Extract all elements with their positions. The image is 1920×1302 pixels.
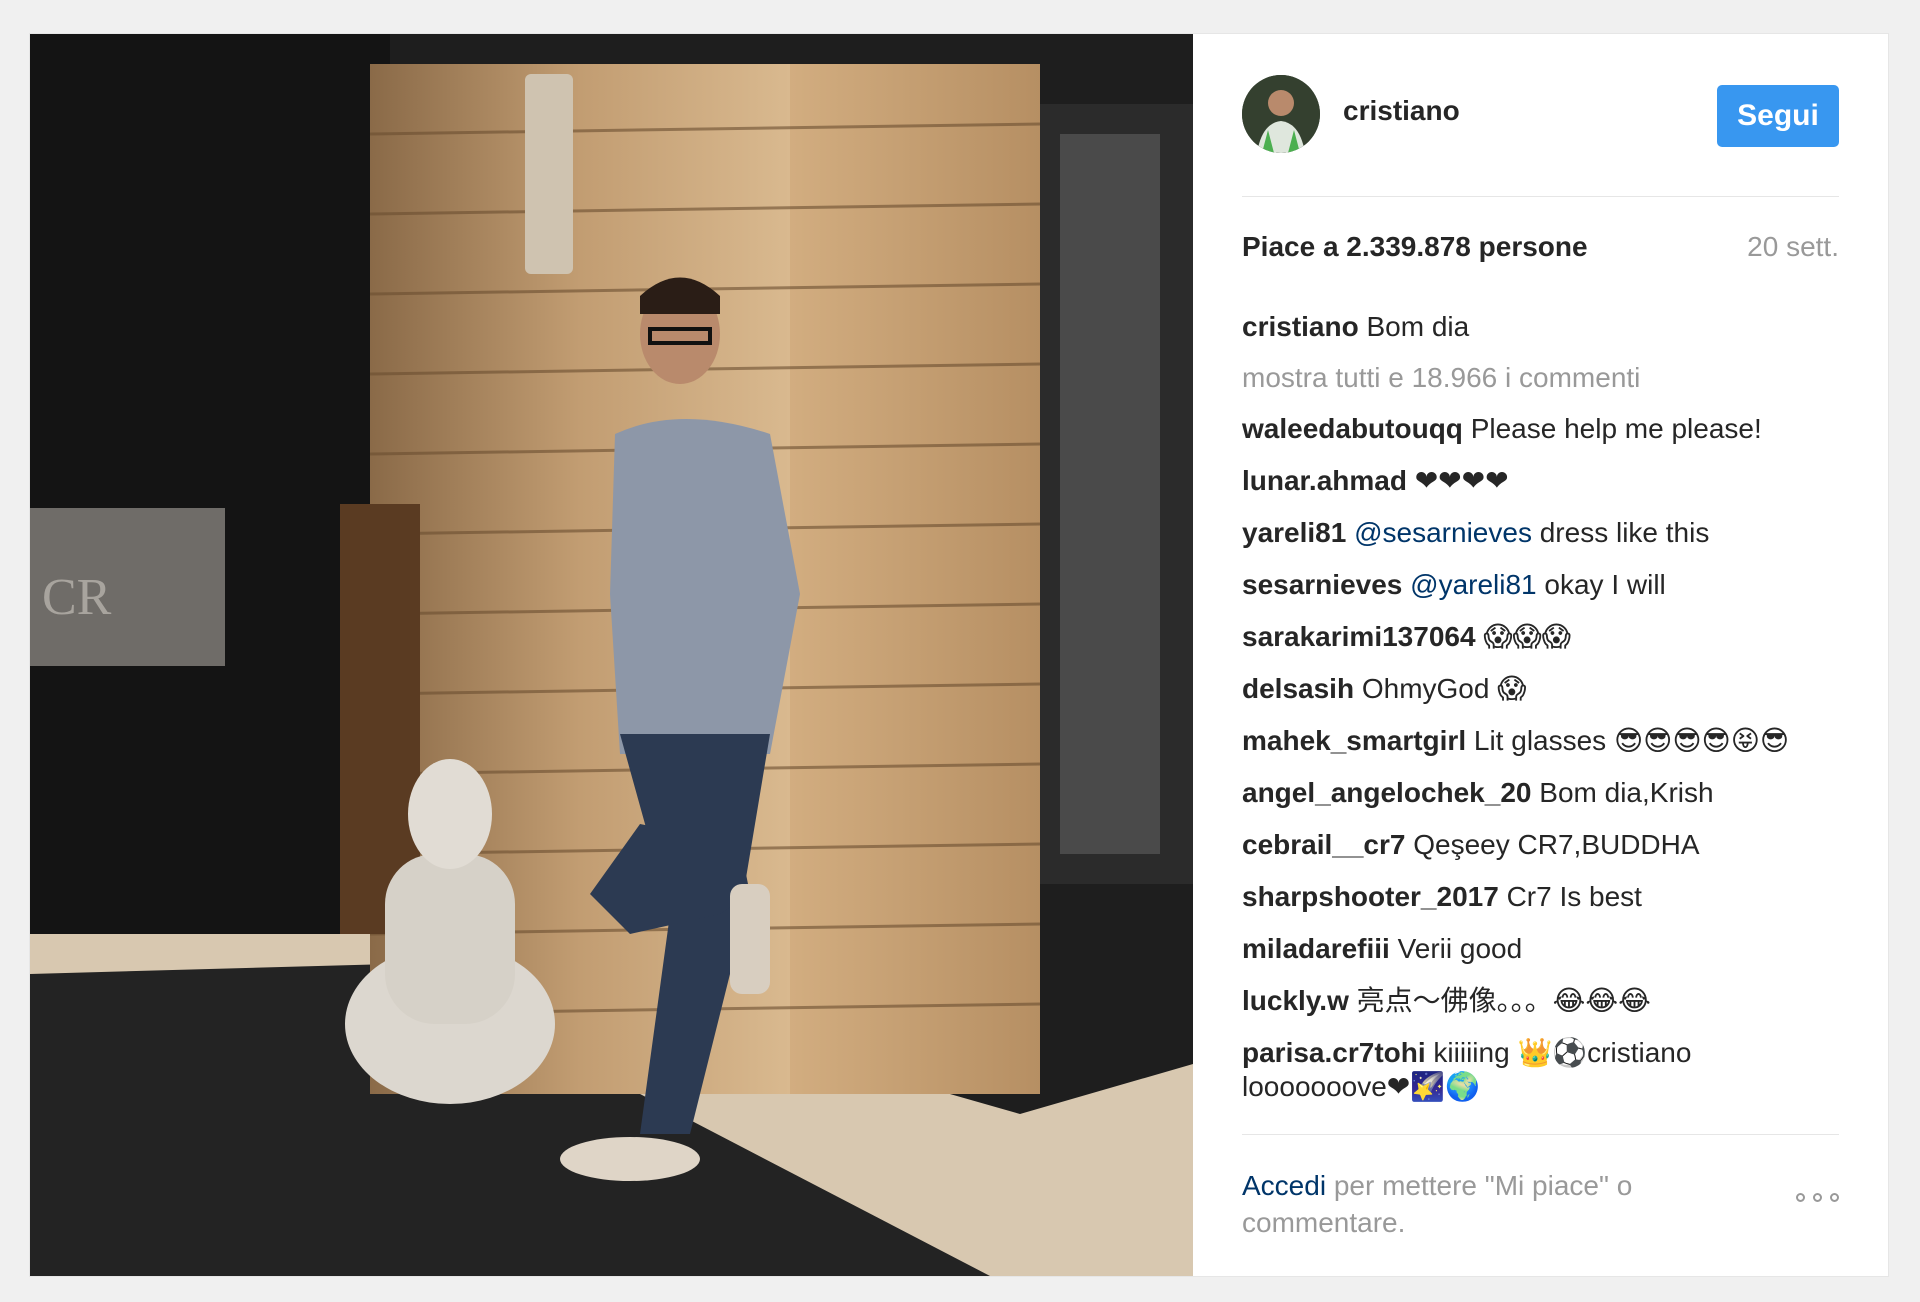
dot-icon bbox=[1813, 1193, 1822, 1202]
caption: cristiano Bom dia bbox=[1242, 310, 1839, 344]
comment-item: sarakarimi137064 😱😱😱 bbox=[1242, 620, 1839, 654]
comment-text: Please help me please! bbox=[1470, 413, 1762, 444]
comment-text: Verii good bbox=[1397, 933, 1523, 964]
login-prompt: Accedi per mettere "Mi piace" o commenta… bbox=[1242, 1167, 1722, 1241]
caption-username[interactable]: cristiano bbox=[1242, 311, 1359, 342]
comment-text: Lit glasses 😎😎😎😎😝😎 bbox=[1473, 725, 1790, 756]
comment-item: angel_angelochek_20 Bom dia,Krish bbox=[1242, 776, 1839, 810]
comment-text: OhmyGod 😱 bbox=[1361, 673, 1527, 704]
comment-username[interactable]: delsasih bbox=[1242, 673, 1354, 704]
post-header: cristiano Segui bbox=[1242, 75, 1839, 197]
dot-icon bbox=[1796, 1193, 1805, 1202]
comment-username[interactable]: sharpshooter_2017 bbox=[1242, 881, 1499, 912]
comment-text: ❤❤❤❤ bbox=[1414, 465, 1509, 496]
comment-item: luckly.w 亮点～佛像。。。😂😂😂 bbox=[1242, 984, 1839, 1018]
comment-mention[interactable]: @sesarnieves bbox=[1354, 517, 1532, 548]
comment-username[interactable]: angel_angelochek_20 bbox=[1242, 777, 1531, 808]
follow-button[interactable]: Segui bbox=[1717, 85, 1839, 147]
comments-list: cristiano Bom dia mostra tutti e 18.966 … bbox=[1242, 310, 1839, 1122]
post-footer: Accedi per mettere "Mi piace" o commenta… bbox=[1242, 1134, 1839, 1241]
comment-item: sesarnieves @yareli81 okay I will bbox=[1242, 568, 1839, 602]
comment-username[interactable]: cebrail__cr7 bbox=[1242, 829, 1405, 860]
comment-item: cebrail__cr7 Qeşeey CR7,BUDDHA bbox=[1242, 828, 1839, 862]
comment-username[interactable]: waleedabutouqq bbox=[1242, 413, 1463, 444]
likes-count[interactable]: Piace a 2.339.878 persone bbox=[1242, 231, 1588, 263]
comment-item: yareli81 @sesarnieves dress like this bbox=[1242, 516, 1839, 550]
comment-text: dress like this bbox=[1539, 517, 1710, 548]
comment-username[interactable]: sesarnieves bbox=[1242, 569, 1402, 600]
post-stats: Piace a 2.339.878 persone 20 sett. bbox=[1242, 231, 1839, 271]
comment-username[interactable]: mahek_smartgirl bbox=[1242, 725, 1466, 756]
comment-item: lunar.ahmad ❤❤❤❤ bbox=[1242, 464, 1839, 498]
comment-username[interactable]: lunar.ahmad bbox=[1242, 465, 1407, 496]
sign-text: CR bbox=[42, 569, 112, 626]
comment-text: Qeşeey CR7,BUDDHA bbox=[1413, 829, 1700, 860]
dot-icon bbox=[1830, 1193, 1839, 1202]
comment-username[interactable]: sarakarimi137064 bbox=[1242, 621, 1476, 652]
username[interactable]: cristiano bbox=[1343, 95, 1460, 127]
comment-text: okay I will bbox=[1544, 569, 1666, 600]
show-all-comments-link[interactable]: mostra tutti e 18.966 i commenti bbox=[1242, 362, 1839, 394]
avatar[interactable] bbox=[1242, 75, 1320, 153]
comment-mention[interactable]: @yareli81 bbox=[1410, 569, 1536, 600]
more-options-icon[interactable] bbox=[1796, 1193, 1839, 1202]
comment-text: Cr7 Is best bbox=[1506, 881, 1642, 912]
comment-item: sharpshooter_2017 Cr7 Is best bbox=[1242, 880, 1839, 914]
comment-username[interactable]: parisa.cr7tohi bbox=[1242, 1037, 1426, 1068]
comment-text: 亮点～佛像。。。😂😂😂 bbox=[1356, 985, 1651, 1016]
comment-item: parisa.cr7tohi kiiiiing 👑⚽cristiano looo… bbox=[1242, 1036, 1839, 1104]
comment-item: miladarefiii Verii good bbox=[1242, 932, 1839, 966]
comment-username[interactable]: luckly.w bbox=[1242, 985, 1349, 1016]
comment-username[interactable]: miladarefiii bbox=[1242, 933, 1390, 964]
post-photo[interactable]: CR bbox=[30, 34, 1193, 1276]
comment-username[interactable]: yareli81 bbox=[1242, 517, 1346, 548]
post-time[interactable]: 20 sett. bbox=[1747, 231, 1839, 263]
post-sidebar: cristiano Segui Piace a 2.339.878 person… bbox=[1193, 34, 1888, 1276]
post-card: CR cristiano Segui Piace a 2.339.878 per… bbox=[29, 33, 1889, 1277]
comment-item: waleedabutouqq Please help me please! bbox=[1242, 412, 1839, 446]
comment-text: Bom dia,Krish bbox=[1539, 777, 1714, 808]
caption-text: Bom dia bbox=[1366, 311, 1470, 342]
comment-text: 😱😱😱 bbox=[1483, 621, 1571, 652]
login-link[interactable]: Accedi bbox=[1242, 1170, 1326, 1201]
comment-item: delsasih OhmyGod 😱 bbox=[1242, 672, 1839, 706]
comment-item: mahek_smartgirl Lit glasses 😎😎😎😎😝😎 bbox=[1242, 724, 1839, 758]
